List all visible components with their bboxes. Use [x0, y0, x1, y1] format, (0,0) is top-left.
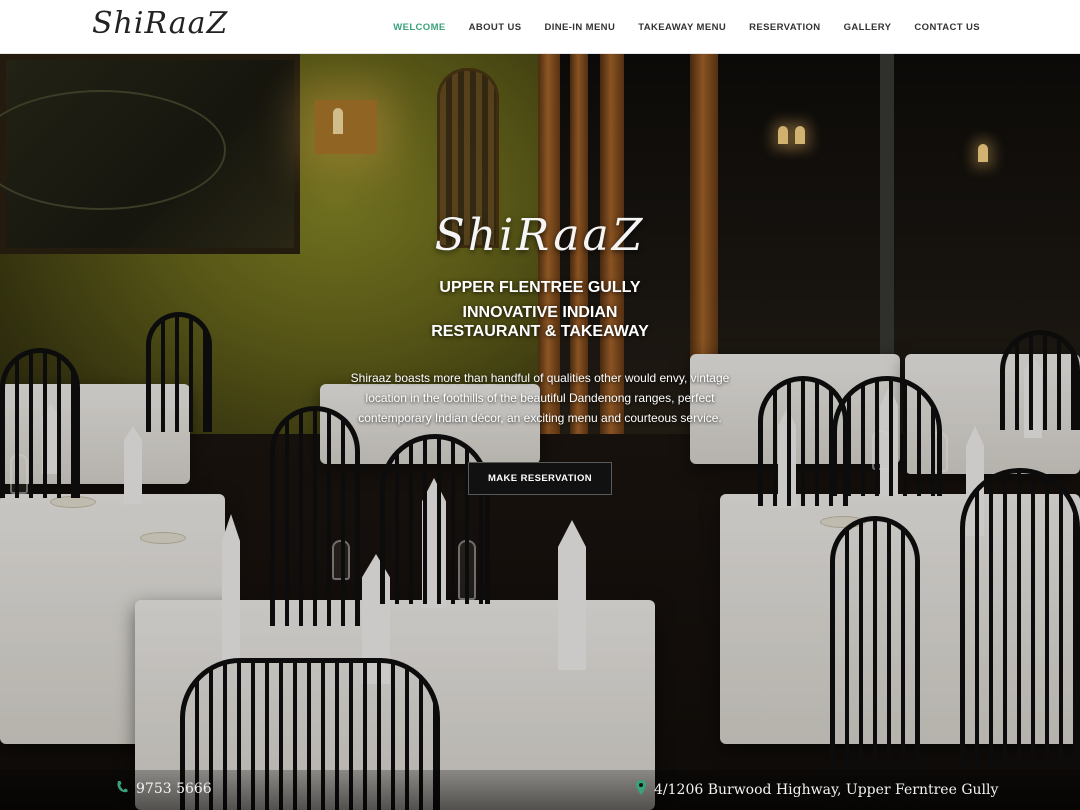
make-reservation-button[interactable]: MAKE RESERVATION [468, 462, 612, 495]
address-text: 4/1206 Burwood Highway, Upper Ferntree G… [654, 781, 999, 798]
nav-takeaway-menu[interactable]: TAKEAWAY MENU [638, 22, 726, 33]
hero-logo: ShiRaaZ [434, 210, 646, 261]
phone-contact[interactable]: 9753 5666 [116, 780, 212, 798]
nav-about-us[interactable]: ABOUT US [469, 22, 522, 33]
hero-heading-line1: INNOVATIVE INDIAN [462, 304, 618, 321]
address-contact[interactable]: 4/1206 Burwood Highway, Upper Ferntree G… [636, 780, 998, 799]
phone-icon [116, 780, 128, 798]
nav-welcome[interactable]: WELCOME [393, 22, 445, 33]
phone-number: 9753 5666 [136, 781, 212, 797]
nav-contact-us[interactable]: CONTACT US [914, 22, 980, 33]
nav-gallery[interactable]: GALLERY [844, 22, 892, 33]
nav-dine-in-menu[interactable]: DINE-IN MENU [544, 22, 615, 33]
main-nav: WELCOME ABOUT US DINE-IN MENU TAKEAWAY M… [370, 0, 980, 54]
nav-reservation[interactable]: RESERVATION [749, 22, 820, 33]
map-pin-icon [636, 780, 646, 799]
hero-description: Shiraaz boasts more than handful of qual… [350, 371, 730, 425]
site-logo[interactable]: ShiRaaZ [92, 6, 228, 41]
hero-subtitle: UPPER FLENTREE GULLY [439, 279, 641, 296]
site-header: ShiRaaZ WELCOME ABOUT US DINE-IN MENU TA… [0, 0, 1080, 54]
hero-heading-line2: RESTAURANT & TAKEAWAY [431, 323, 649, 340]
hero-overlay [0, 54, 1080, 810]
hero-heading: INNOVATIVE INDIAN RESTAURANT & TAKEAWAY [0, 303, 1080, 341]
